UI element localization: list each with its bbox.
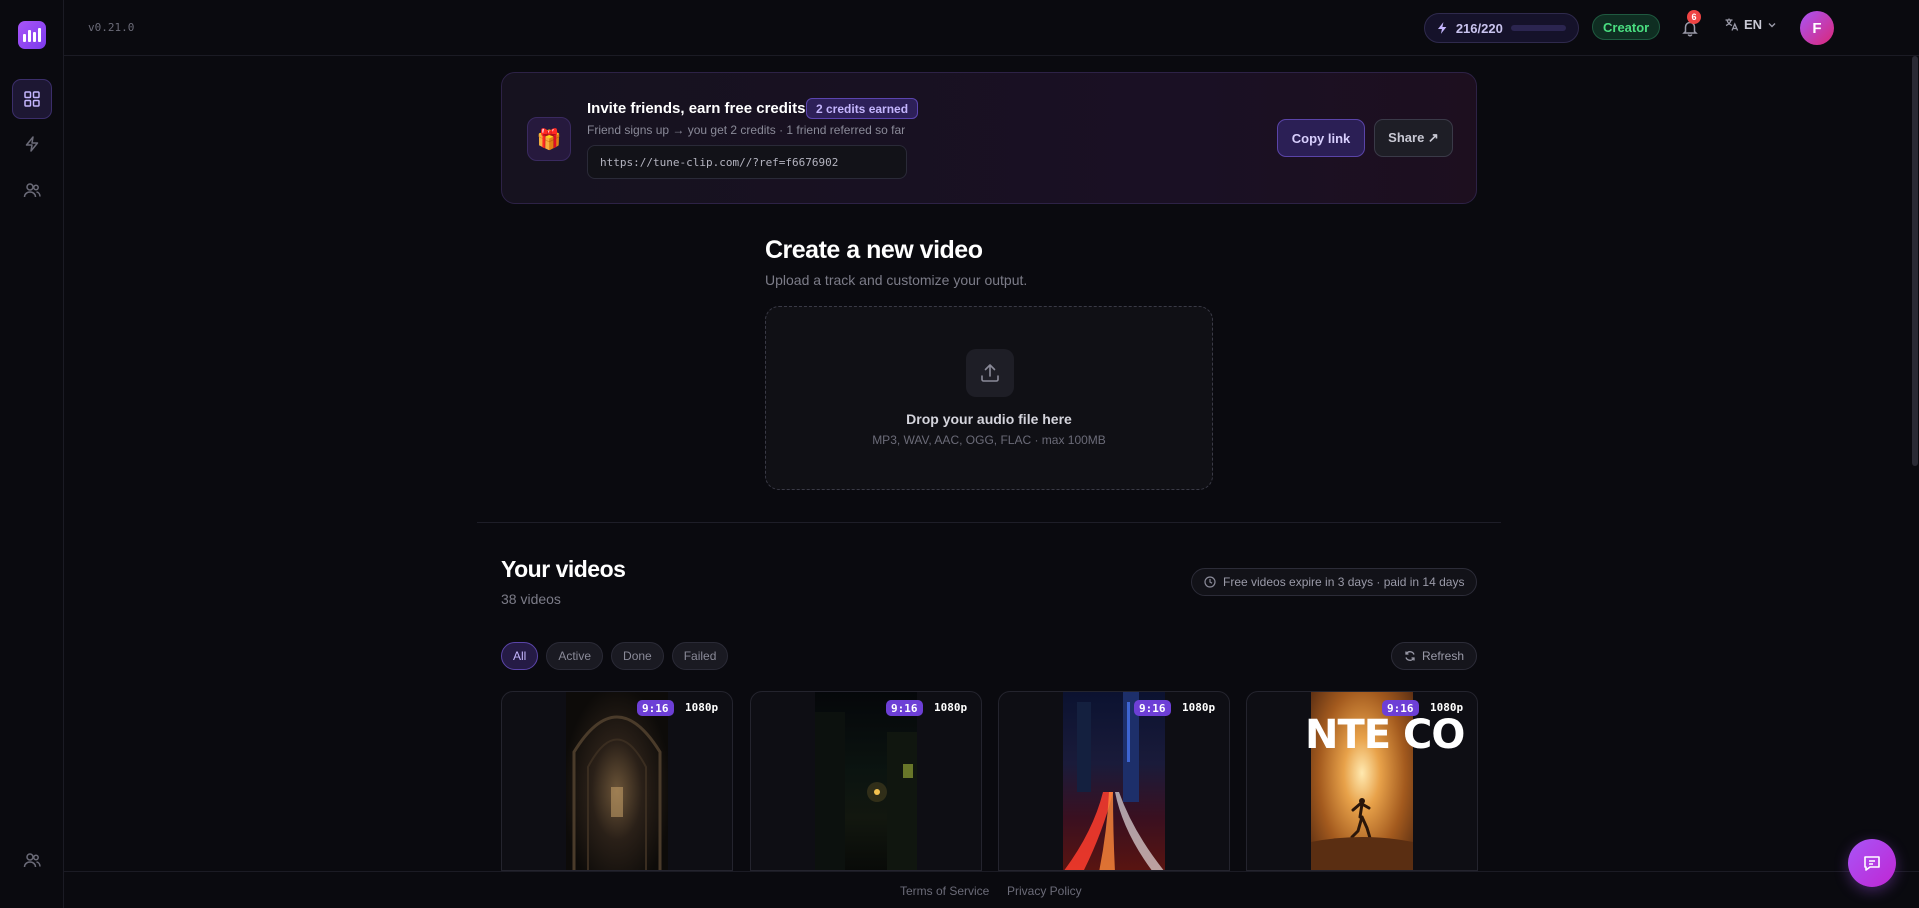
aspect-ratio-badge: 9:16 (637, 700, 674, 716)
your-videos-title: Your videos (501, 556, 626, 582)
version-label: v0.21.0 (88, 21, 135, 34)
users-icon (23, 183, 41, 198)
translate-icon (1725, 18, 1739, 31)
chevron-down-icon (1768, 22, 1776, 27)
upload-icon (966, 349, 1014, 397)
video-thumbnail (815, 692, 917, 870)
filter-done[interactable]: Done (611, 642, 664, 670)
bolt-icon (25, 136, 39, 152)
clock-icon (1204, 576, 1216, 588)
copy-link-button[interactable]: Copy link (1277, 119, 1365, 157)
footer: Terms of Service Privacy Policy (64, 871, 1919, 908)
video-card[interactable]: NTE CO 9:16 1080p (1246, 691, 1478, 871)
notification-count-badge: 6 (1687, 10, 1701, 24)
resolution-label: 1080p (1182, 701, 1216, 714)
dropzone-formats: MP3, WAV, AAC, OGG, FLAC · max 100MB (872, 433, 1106, 447)
video-card[interactable]: 9:16 1080p (750, 691, 982, 871)
video-card[interactable]: 9:16 1080p (998, 691, 1230, 871)
chat-icon (1864, 856, 1880, 871)
aspect-ratio-badge: 9:16 (1382, 700, 1419, 716)
bolt-icon (1437, 22, 1447, 34)
language-label: EN (1744, 17, 1763, 32)
gift-icon: 🎁 (527, 117, 571, 161)
users-icon (23, 853, 41, 868)
app-logo[interactable] (18, 21, 46, 49)
credits-meter[interactable]: 216/220 (1424, 13, 1579, 43)
video-card[interactable]: 9:16 1080p (501, 691, 733, 871)
audio-dropzone[interactable]: Drop your audio file here MP3, WAV, AAC,… (765, 306, 1213, 490)
referral-link-field[interactable]: https://tune-clip.com//?ref=f6676902 (587, 145, 907, 179)
video-filters: All Active Done Failed (501, 642, 729, 670)
credits-bar (1510, 25, 1566, 31)
refresh-icon (1405, 651, 1415, 661)
user-avatar[interactable]: F (1800, 11, 1834, 45)
aspect-ratio-badge: 9:16 (1134, 700, 1171, 716)
filter-failed[interactable]: Failed (671, 642, 729, 670)
scrollbar-thumb[interactable] (1912, 56, 1918, 466)
video-thumbnail: NTE CO (1305, 692, 1465, 870)
invite-banner: 🎁 Invite friends, earn free credits 2 cr… (501, 72, 1477, 204)
create-video-subtitle: Upload a track and customize your output… (765, 272, 1028, 288)
refresh-label: Refresh (1421, 649, 1465, 663)
sidebar-item-dashboard[interactable] (12, 79, 52, 119)
expiry-note: Free videos expire in 3 days · paid in 1… (1191, 568, 1478, 596)
credits-value: 216/220 (1455, 20, 1503, 36)
invite-subtitle: Friend signs up → you get 2 credits · 1 … (587, 123, 906, 137)
sidebar-item-team[interactable] (12, 170, 52, 210)
expiry-note-text: Free videos expire in 3 days · paid in 1… (1223, 575, 1465, 589)
dropzone-title: Drop your audio file here (906, 411, 1072, 427)
section-divider (477, 522, 1501, 523)
resolution-label: 1080p (1430, 701, 1464, 714)
share-button[interactable]: Share ↗ (1374, 119, 1453, 157)
video-count: 38 videos (501, 591, 561, 607)
terms-link[interactable]: Terms of Service (900, 884, 989, 898)
language-selector[interactable]: EN (1724, 17, 1777, 32)
plan-badge[interactable]: Creator (1592, 14, 1661, 40)
sidebar (0, 0, 64, 908)
resolution-label: 1080p (934, 701, 968, 714)
grid-icon (24, 91, 40, 107)
invite-title: Invite friends, earn free credits (587, 100, 806, 117)
credits-earned-badge: 2 credits earned (806, 98, 919, 119)
aspect-ratio-badge: 9:16 (886, 700, 923, 716)
resolution-label: 1080p (685, 701, 719, 714)
filter-active[interactable]: Active (546, 642, 604, 670)
video-thumbnail (566, 692, 668, 870)
sidebar-item-community[interactable] (12, 840, 52, 880)
create-video-title: Create a new video (765, 236, 983, 264)
app-root: v0.21.0 216/220 Creator 6 EN F 🎁 Invite … (0, 0, 1919, 908)
filter-all[interactable]: All (501, 642, 539, 670)
refresh-button[interactable]: Refresh (1391, 642, 1477, 670)
sidebar-item-activity[interactable] (12, 124, 52, 164)
video-thumbnail (1063, 692, 1165, 870)
privacy-link[interactable]: Privacy Policy (1007, 884, 1082, 898)
chat-support-button[interactable] (1848, 839, 1896, 887)
